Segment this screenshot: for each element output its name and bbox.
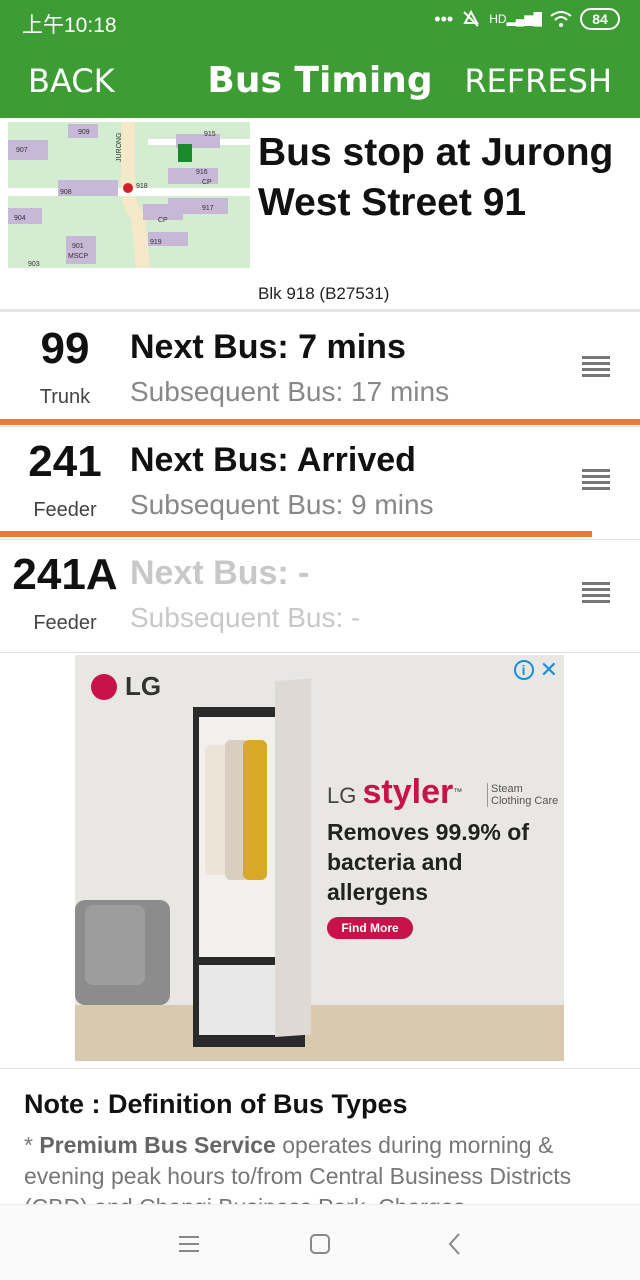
drag-handle-icon[interactable]	[582, 356, 610, 378]
ad-brand-sub: Steam Clothing Care	[487, 783, 563, 807]
svg-text:908: 908	[60, 189, 72, 196]
note-term: Premium Bus Service	[39, 1132, 276, 1158]
service-type: Feeder	[33, 612, 97, 634]
back-nav-icon[interactable]	[440, 1229, 470, 1259]
subsequent-bus-time: Subsequent Bus: 17 mins	[130, 376, 450, 407]
service-number: 241	[28, 437, 102, 486]
svg-text:915: 915	[204, 131, 216, 138]
ad-brand: LG styler™	[327, 773, 462, 812]
svg-text:MSCP: MSCP	[68, 253, 89, 260]
stop-code: Blk 918 (B27531)	[258, 284, 390, 303]
drag-handle-icon[interactable]	[582, 469, 610, 491]
svg-text:903: 903	[28, 261, 40, 268]
wifi-icon	[550, 11, 572, 27]
home-nav-icon[interactable]	[305, 1229, 335, 1259]
ad-brand-prefix: LG	[327, 783, 357, 808]
system-nav-bar	[0, 1204, 640, 1280]
svg-text:919: 919	[150, 239, 162, 246]
subsequent-bus-time: Subsequent Bus: -	[130, 602, 361, 633]
svg-text:CP: CP	[202, 179, 212, 186]
stop-name: Bus stop at Jurong West Street 91	[258, 131, 614, 224]
drag-handle-icon[interactable]	[582, 582, 610, 604]
service-number: 99	[40, 324, 90, 373]
svg-text:907: 907	[16, 147, 28, 154]
app-bar: BACK Bus Timing REFRESH	[0, 42, 640, 118]
svg-text:904: 904	[14, 215, 26, 222]
arrival-indicator-line	[0, 531, 592, 537]
service-type: Trunk	[39, 386, 91, 408]
svg-text:CP: CP	[158, 217, 168, 224]
menu-nav-icon[interactable]	[174, 1229, 204, 1259]
arrival-indicator-line	[0, 419, 640, 425]
map-drawing: 909 915 907 916 908 918 917 904 901 919 …	[8, 122, 250, 268]
next-bus-time: Next Bus: Arrived	[130, 441, 416, 479]
hd-label: HD	[489, 12, 507, 26]
ad-trademark: ™	[453, 786, 463, 797]
status-time: 上午10:18	[22, 14, 117, 37]
service-type: Feeder	[33, 499, 97, 521]
note-body: * Premium Bus Service operates during mo…	[24, 1130, 616, 1204]
svg-text:909: 909	[78, 129, 90, 136]
stop-map[interactable]: 909 915 907 916 908 918 917 904 901 919 …	[8, 122, 250, 268]
svg-text:JURONG: JURONG	[116, 132, 123, 162]
svg-text:916: 916	[196, 169, 208, 176]
bus-row-241a[interactable]: 241A Feeder Next Bus: - Subsequent Bus: …	[0, 540, 640, 653]
svg-text:901: 901	[72, 243, 84, 250]
next-bus-time: Next Bus: 7 mins	[130, 328, 406, 366]
status-bar: 上午10:18 ••• HD▂▄▆█ 84	[0, 0, 640, 42]
service-number: 241A	[12, 550, 118, 599]
refresh-button[interactable]: REFRESH	[464, 62, 612, 100]
svg-text:918: 918	[136, 183, 148, 190]
advertisement-banner[interactable]: LG i ✕ LG styler™ Steam Clothing Care Re…	[75, 655, 564, 1061]
bus-types-note: Note : Definition of Bus Types * Premium…	[0, 1068, 640, 1204]
bus-stop-header: 909 915 907 916 908 918 917 904 901 919 …	[0, 118, 640, 312]
hd-signal-icon: HD▂▄▆█	[489, 12, 542, 26]
svg-text:917: 917	[202, 205, 214, 212]
ad-copy: Removes 99.9% of bacteria and allergens	[327, 819, 529, 905]
next-bus-time: Next Bus: -	[130, 554, 310, 592]
note-bullet: *	[24, 1132, 33, 1158]
ad-brand-name: styler	[362, 773, 454, 811]
more-dots-icon: •••	[434, 8, 454, 29]
note-title: Note : Definition of Bus Types	[24, 1089, 408, 1119]
mute-icon	[463, 9, 479, 27]
bus-row-99[interactable]: 99 Trunk Next Bus: 7 mins Subsequent Bus…	[0, 314, 640, 427]
ad-find-more-button[interactable]: Find More	[327, 917, 413, 939]
status-icons: ••• HD▂▄▆█ 84	[434, 8, 620, 30]
subsequent-bus-time: Subsequent Bus: 9 mins	[130, 489, 434, 520]
bus-row-241[interactable]: 241 Feeder Next Bus: Arrived Subsequent …	[0, 427, 640, 540]
battery-icon: 84	[580, 8, 620, 30]
